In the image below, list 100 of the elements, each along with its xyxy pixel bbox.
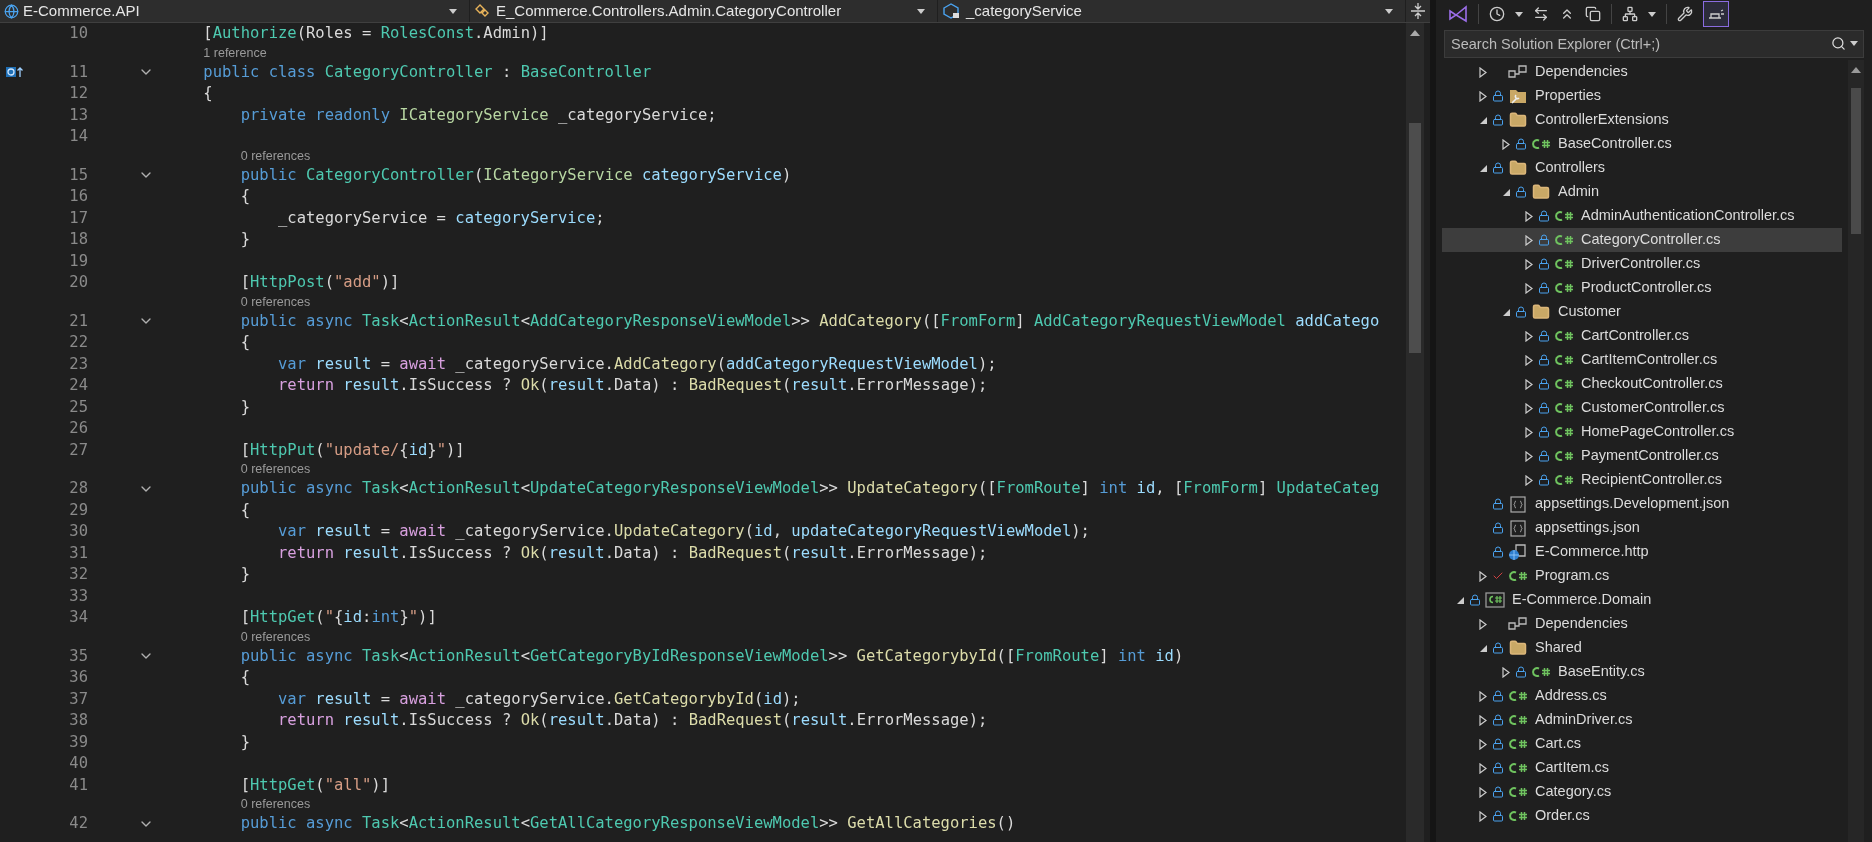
collapsed-arrow-icon[interactable] [1479, 738, 1487, 750]
expanded-arrow-icon[interactable] [1501, 307, 1511, 317]
code-line: public async Task<ActionResult<UpdateCategoryResponseViewModel>> UpdateCategory([FromRoute] int id, [FromForm] UpdateCateg [239, 478, 1380, 500]
preview-toggle-button[interactable] [1703, 1, 1729, 27]
json-file-icon [1510, 519, 1526, 537]
tree-item[interactable]: Shared [1442, 636, 1842, 660]
split-icon[interactable] [1411, 3, 1425, 19]
search-field[interactable]: Search Solution Explorer (Ctrl+;) [1444, 30, 1864, 58]
codelens-references[interactable]: 0 references [240, 795, 311, 814]
tree-item[interactable]: CartItemController.cs [1442, 348, 1842, 372]
collapsed-arrow-icon[interactable] [1525, 330, 1533, 342]
tree-item[interactable]: ProductController.cs [1442, 276, 1842, 300]
tree-item[interactable]: ControllerExtensions [1442, 108, 1842, 132]
collapsed-arrow-icon[interactable] [1479, 618, 1487, 630]
properties-wrench-icon[interactable] [1677, 6, 1693, 22]
collapsed-arrow-icon[interactable] [1525, 282, 1533, 294]
tree-item[interactable]: Properties [1442, 84, 1842, 108]
scrollbar[interactable] [1406, 23, 1424, 842]
globe-icon [4, 3, 19, 19]
expanded-arrow-icon[interactable] [1478, 643, 1488, 653]
tree-item[interactable]: Category.cs [1442, 780, 1842, 804]
tree-item[interactable]: BaseEntity.cs [1442, 660, 1842, 684]
tree-item[interactable]: PaymentController.cs [1442, 444, 1842, 468]
collapsed-arrow-icon[interactable] [1479, 810, 1487, 822]
expanded-arrow-icon[interactable] [1478, 163, 1488, 173]
tree-item[interactable]: CartItem.cs [1442, 756, 1842, 780]
tree-item[interactable]: AdminDriver.cs [1442, 708, 1842, 732]
tree-item[interactable]: E-Commerce.Domain [1442, 588, 1842, 612]
preview-icon [1707, 8, 1725, 20]
sync-icon[interactable] [1533, 6, 1549, 22]
collapsed-arrow-icon[interactable] [1525, 474, 1533, 486]
collapsed-arrow-icon[interactable] [1502, 138, 1510, 150]
tree-item[interactable]: Dependencies [1442, 612, 1842, 636]
tree-item[interactable]: appsettings.Development.json [1442, 492, 1842, 516]
collapsed-arrow-icon[interactable] [1479, 66, 1487, 78]
codelens-references[interactable]: 0 references [240, 146, 311, 166]
line-number: 22 [68, 332, 88, 354]
override-marker-icon[interactable] [6, 66, 24, 79]
search-icon[interactable] [1831, 36, 1846, 51]
code-line: [HttpPut("update/{id}")] [239, 439, 465, 461]
collapsed-arrow-icon[interactable] [1479, 714, 1487, 726]
tree-item[interactable]: Program.cs [1442, 564, 1842, 588]
csharp-file-icon [1508, 570, 1528, 582]
code-line: { [239, 499, 250, 521]
codelens-references[interactable]: 0 references [240, 292, 311, 312]
line-number: 34 [68, 607, 88, 629]
logo-icon[interactable] [1448, 5, 1468, 23]
tree-item[interactable]: DriverController.cs [1442, 252, 1842, 276]
collapsed-arrow-icon[interactable] [1479, 90, 1487, 102]
tree-item[interactable]: CartController.cs [1442, 324, 1842, 348]
collapsed-arrow-icon[interactable] [1479, 570, 1487, 582]
tree-item[interactable]: Admin [1442, 180, 1842, 204]
expanded-arrow-icon[interactable] [1455, 595, 1465, 605]
navigation-dropdown[interactable]: E-Commerce.API [0, 0, 470, 22]
code-line: public async Task<ActionResult<AddCategoryResponseViewModel>> AddCategory([FromForm] AddCategoryRequestViewModel addCatego [239, 310, 1380, 332]
tree-item[interactable]: Controllers [1442, 156, 1842, 180]
tree-item[interactable]: Cart.cs [1442, 732, 1842, 756]
collapsed-arrow-icon[interactable] [1525, 426, 1533, 438]
tree-item[interactable]: Dependencies [1442, 60, 1842, 84]
expanded-arrow-icon[interactable] [1478, 115, 1488, 125]
tree-item[interactable]: CategoryController.cs [1442, 228, 1842, 252]
expanded-arrow-icon[interactable] [1501, 187, 1511, 197]
codelens-references[interactable]: 0 references [240, 460, 311, 479]
navigation-dropdown[interactable]: _categoryService [938, 0, 1406, 22]
collapsed-arrow-icon[interactable] [1479, 762, 1487, 774]
switch-views-icon[interactable] [1585, 6, 1601, 22]
tree-item[interactable]: RecipientController.cs [1442, 468, 1842, 492]
tree-item[interactable]: BaseController.cs [1442, 132, 1842, 156]
history-icon[interactable] [1489, 6, 1505, 22]
collapsed-arrow-icon[interactable] [1525, 354, 1533, 366]
field-icon [942, 2, 962, 20]
collapsed-arrow-icon[interactable] [1525, 234, 1533, 246]
codelens-references[interactable]: 0 references [240, 627, 311, 647]
tree-item[interactable]: Customer [1442, 300, 1842, 324]
line-number: 10 [68, 23, 88, 45]
codelens-references[interactable]: 1 reference [203, 43, 267, 63]
tree-item[interactable]: HomePageController.cs [1442, 420, 1842, 444]
collapsed-arrow-icon[interactable] [1525, 450, 1533, 462]
collapsed-arrow-icon[interactable] [1525, 378, 1533, 390]
tree-item[interactable]: E-Commerce.http [1442, 540, 1842, 564]
tree-item[interactable]: AdminAuthenticationController.cs [1442, 204, 1842, 228]
scrollbar[interactable] [1848, 60, 1864, 842]
collapsed-arrow-icon[interactable] [1525, 210, 1533, 222]
collapsed-arrow-icon[interactable] [1479, 690, 1487, 702]
scrollbar-thumb[interactable] [1851, 88, 1861, 234]
scroll-up-arrow-icon[interactable] [1851, 66, 1861, 74]
navigation-dropdown[interactable]: E_Commerce.Controllers.Admin.CategoryController [470, 0, 938, 22]
collapsed-arrow-icon[interactable] [1502, 666, 1510, 678]
tree-item[interactable]: Order.cs [1442, 804, 1842, 828]
collapsed-arrow-icon[interactable] [1525, 258, 1533, 270]
tree-item[interactable]: CustomerController.cs [1442, 396, 1842, 420]
collapsed-arrow-icon[interactable] [1479, 786, 1487, 798]
tree-item[interactable]: appsettings.json [1442, 516, 1842, 540]
collapsed-arrow-icon[interactable] [1525, 402, 1533, 414]
tree-view-icon[interactable] [1622, 6, 1638, 22]
dependencies-icon [1508, 65, 1528, 79]
tree-item[interactable]: Address.cs [1442, 684, 1842, 708]
scroll-up-arrow-icon[interactable] [1410, 29, 1420, 37]
scrollbar-thumb[interactable] [1409, 123, 1421, 353]
tree-item[interactable]: CheckoutController.cs [1442, 372, 1842, 396]
